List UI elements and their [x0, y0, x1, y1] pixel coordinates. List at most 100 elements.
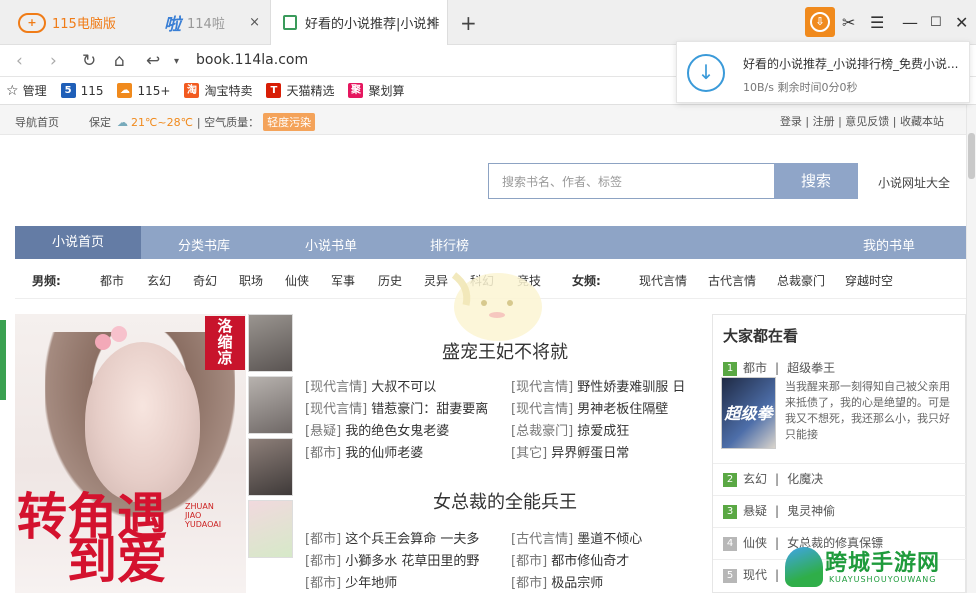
- list-item[interactable]: [都市] 小獅多水 花草田里的野: [305, 550, 479, 569]
- list-item[interactable]: [现代言情] 大叔不可以: [305, 376, 436, 395]
- url-input[interactable]: book.114la.com: [196, 52, 308, 68]
- list-item[interactable]: [都市] 都市修仙奇才: [511, 550, 629, 569]
- download-popup[interactable]: ↓ 好看的小说推荐_小说排行榜_免费小说... 10B/s 剩余时间0分0秒: [676, 41, 970, 103]
- cloud-weather-icon: ☁: [117, 115, 128, 129]
- list-item[interactable]: [古代言情] 墨道不倾心: [511, 528, 642, 547]
- bookmark-juhuasuan[interactable]: 聚 聚划算: [348, 82, 405, 99]
- taobao-icon: 淘: [184, 83, 200, 98]
- rank-badge: 3: [723, 504, 737, 519]
- tab-label: 114啦: [187, 17, 225, 32]
- rank-badge: 1: [723, 361, 737, 376]
- category-link[interactable]: 奇幻: [193, 272, 217, 289]
- bookmark-115plus[interactable]: ☁ 115+: [117, 83, 170, 98]
- list-item[interactable]: [都市] 这个兵王会算命 一夫多: [305, 528, 479, 547]
- watermark-sub: KUAYUSHOUYOUWANG: [829, 575, 937, 584]
- download-manager-button[interactable]: ⇩: [805, 7, 835, 37]
- minimize-icon[interactable]: —: [902, 0, 918, 45]
- nav-home-link[interactable]: 导航首页: [15, 114, 59, 130]
- rank-book-name: 鬼灵神偷: [787, 504, 836, 518]
- thumbnail[interactable]: [248, 438, 293, 496]
- bookmark-label: 淘宝特卖: [204, 84, 253, 98]
- close-icon[interactable]: ×: [426, 15, 437, 30]
- scissors-icon[interactable]: ✂: [842, 0, 855, 45]
- web-page: 导航首页 保定 ☁ 21℃~28℃ | 空气质量： 轻度污染 登录 | 注册 |…: [0, 105, 966, 593]
- category-link[interactable]: 历史: [378, 272, 402, 289]
- category-link[interactable]: 总裁豪门: [777, 272, 825, 289]
- download-status: 10B/s 剩余时间0分0秒: [743, 81, 858, 94]
- ranking-item[interactable]: 3 悬疑 | 鬼灵神偷: [713, 495, 966, 525]
- list-item[interactable]: [总裁豪门] 掠爱成狂: [511, 420, 629, 439]
- list-item[interactable]: [悬疑] 我的绝色女鬼老婆: [305, 420, 449, 439]
- main-nav: 小说首页 分类书库 小说书单 排行榜 我的书单: [15, 226, 966, 259]
- back-icon[interactable]: ‹: [16, 51, 23, 71]
- cloud-icon: ☁: [117, 83, 133, 98]
- search-input[interactable]: 搜索书名、作者、标签: [488, 163, 775, 199]
- bookmark-label: 115+: [137, 83, 171, 98]
- list-item[interactable]: [都市] 我的仙师老婆: [305, 442, 423, 461]
- menu-icon[interactable]: ☰: [870, 0, 884, 45]
- category-link[interactable]: 职场: [239, 272, 263, 289]
- ranking-top-item[interactable]: 1 都市 | 超级拳王: [713, 359, 966, 376]
- tab-115[interactable]: + 115电脑版: [0, 0, 148, 45]
- category-link[interactable]: 玄幻: [147, 272, 171, 289]
- forward-icon[interactable]: ›: [50, 51, 57, 71]
- thumbnail[interactable]: [248, 376, 293, 434]
- novel-sites-link[interactable]: 小说网址大全: [878, 174, 950, 191]
- category-link[interactable]: 仙侠: [285, 272, 309, 289]
- vertical-scrollbar[interactable]: [966, 105, 976, 593]
- list-item[interactable]: [都市] 少年地师: [305, 572, 397, 591]
- download-title: 好看的小说推荐_小说排行榜_免费小说...: [743, 57, 958, 71]
- cover-title: 到爱: [67, 531, 167, 590]
- nav-item-home[interactable]: 小说首页: [15, 226, 141, 259]
- nav-item-my-booklist[interactable]: 我的书单: [863, 235, 915, 254]
- page-icon: [283, 15, 297, 30]
- tab-active-novel[interactable]: 好看的小说推荐|小说排 ×: [270, 0, 448, 45]
- bookmark-taobao[interactable]: 淘 淘宝特卖: [184, 82, 252, 99]
- account-links[interactable]: 登录 | 注册 | 意见反馈 | 收藏本站: [780, 113, 944, 129]
- bookmark-tmall[interactable]: T 天猫精选: [266, 82, 334, 99]
- new-tab-icon[interactable]: +: [460, 11, 477, 35]
- category-link[interactable]: 现代言情: [639, 272, 687, 289]
- side-tab[interactable]: [0, 320, 6, 400]
- bookmark-115[interactable]: 5 115: [60, 83, 103, 98]
- section-title[interactable]: 女总裁的全能兵王: [305, 488, 705, 514]
- rank-category: 悬疑: [743, 504, 768, 518]
- list-item[interactable]: [都市] 极品宗师: [511, 572, 603, 591]
- refresh-icon[interactable]: ↻: [82, 51, 96, 71]
- bookmark-label: 天猫精选: [286, 84, 335, 98]
- 114la-logo-icon: 啦: [164, 15, 181, 35]
- list-item[interactable]: [现代言情] 野性娇妻难驯服 日: [511, 376, 685, 395]
- ranking-item[interactable]: 2 玄幻 | 化魔决: [713, 463, 966, 493]
- category-link[interactable]: 穿越时空: [845, 272, 893, 289]
- tab-bar: + 115电脑版 啦 114啦 × 好看的小说推荐|小说排 × + ⇩ ✂ ☰ …: [0, 0, 976, 45]
- city-label[interactable]: 保定: [89, 114, 111, 130]
- panel-title: 大家都在看: [723, 327, 799, 345]
- hot-book-cover[interactable]: 超级拳王: [721, 377, 776, 495]
- 115-icon: 5: [60, 83, 76, 98]
- flower-icon: [95, 334, 111, 350]
- window-close-icon[interactable]: ✕: [955, 0, 968, 45]
- rank-category: 都市: [743, 361, 768, 375]
- rank-category: 现代: [743, 568, 768, 582]
- tab-114la[interactable]: 啦 114啦 ×: [150, 0, 270, 45]
- home-icon[interactable]: ⌂: [114, 51, 125, 71]
- nav-item-ranking[interactable]: 排行榜: [430, 235, 469, 254]
- list-item[interactable]: [其它] 异界孵蛋日常: [511, 442, 629, 461]
- featured-book-cover[interactable]: 洛 缩 凉 ZHUAN JIAO YUDAOAI 转角遇 到爱: [15, 314, 246, 593]
- scrollbar-thumb[interactable]: [968, 133, 975, 179]
- thumbnail[interactable]: [248, 500, 293, 558]
- search-button[interactable]: 搜索: [774, 163, 858, 199]
- category-link[interactable]: 古代言情: [708, 272, 756, 289]
- category-link[interactable]: 军事: [331, 272, 355, 289]
- list-item[interactable]: [现代言情] 男神老板住隔壁: [511, 398, 668, 417]
- maximize-icon[interactable]: ☐: [930, 0, 942, 45]
- undo-close-icon[interactable]: ↩: [146, 51, 160, 71]
- close-icon[interactable]: ×: [249, 15, 260, 30]
- nav-item-library[interactable]: 分类书库: [178, 235, 230, 254]
- thumbnail[interactable]: [248, 314, 293, 372]
- nav-item-booklist[interactable]: 小说书单: [305, 235, 357, 254]
- bookmark-manage[interactable]: ☆ 管理: [6, 82, 47, 99]
- list-item[interactable]: [现代言情] 错惹豪门：甜妻要离: [305, 398, 488, 417]
- chevron-down-icon[interactable]: ▾: [174, 56, 179, 67]
- category-link[interactable]: 都市: [100, 272, 124, 289]
